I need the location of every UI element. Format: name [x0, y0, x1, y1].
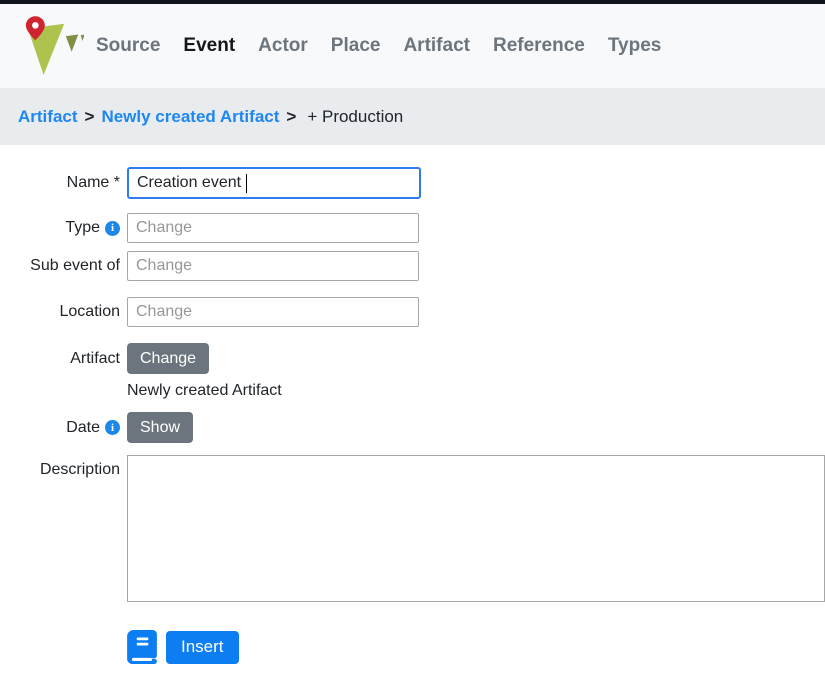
- name-label: Name *: [16, 174, 120, 192]
- sub-event-input[interactable]: [127, 251, 419, 281]
- location-input[interactable]: [127, 297, 419, 327]
- nav-item-actor[interactable]: Actor: [258, 35, 308, 57]
- manual-book-icon[interactable]: [127, 630, 157, 664]
- insert-button[interactable]: Insert: [166, 631, 239, 664]
- nav-item-event[interactable]: Event: [183, 35, 235, 57]
- type-field-row: Type i: [16, 213, 825, 243]
- location-label: Location: [16, 303, 120, 321]
- breadcrumb-separator: >: [286, 107, 296, 127]
- info-icon[interactable]: i: [105, 420, 120, 435]
- name-input[interactable]: [127, 167, 421, 199]
- nav-menu: Source Event Actor Place Artifact Refere…: [96, 35, 661, 57]
- description-textarea[interactable]: [127, 455, 825, 602]
- breadcrumb-current-page: + Production: [307, 107, 403, 127]
- date-show-button[interactable]: Show: [127, 412, 193, 443]
- breadcrumb-link-newly-created-artifact[interactable]: Newly created Artifact: [101, 107, 279, 127]
- top-navbar: Source Event Actor Place Artifact Refere…: [0, 4, 825, 88]
- sub-event-field-row: Sub event of: [16, 251, 825, 281]
- breadcrumb-separator: >: [85, 107, 95, 127]
- nav-item-source[interactable]: Source: [96, 35, 160, 57]
- nav-item-types[interactable]: Types: [608, 35, 662, 57]
- form-actions: Insert: [127, 630, 825, 664]
- nav-item-artifact[interactable]: Artifact: [403, 35, 470, 57]
- artifact-change-button[interactable]: Change: [127, 343, 209, 374]
- date-label: Date i: [16, 419, 120, 437]
- sub-event-label: Sub event of: [16, 257, 120, 275]
- type-label: Type i: [16, 219, 120, 237]
- text-caret: [246, 174, 247, 193]
- openatlas-logo[interactable]: [18, 14, 84, 78]
- artifact-field-row: Artifact Change: [16, 343, 825, 374]
- artifact-label: Artifact: [16, 350, 120, 368]
- info-icon[interactable]: i: [105, 221, 120, 236]
- location-field-row: Location: [16, 297, 825, 327]
- type-input[interactable]: [127, 213, 419, 243]
- date-field-row: Date i Show: [16, 412, 825, 443]
- breadcrumb-link-artifact[interactable]: Artifact: [18, 107, 78, 127]
- type-label-text: Type: [65, 219, 100, 237]
- name-field-row: Name *: [16, 167, 825, 199]
- description-field-row: Description: [16, 455, 825, 602]
- breadcrumb: Artifact > Newly created Artifact > + Pr…: [0, 88, 825, 145]
- nav-item-place[interactable]: Place: [331, 35, 381, 57]
- artifact-selected-value: Newly created Artifact: [127, 382, 825, 400]
- event-form: Name * Type i Sub event of Location Arti…: [0, 145, 825, 664]
- nav-item-reference[interactable]: Reference: [493, 35, 585, 57]
- date-label-text: Date: [66, 419, 100, 437]
- description-label: Description: [16, 461, 120, 479]
